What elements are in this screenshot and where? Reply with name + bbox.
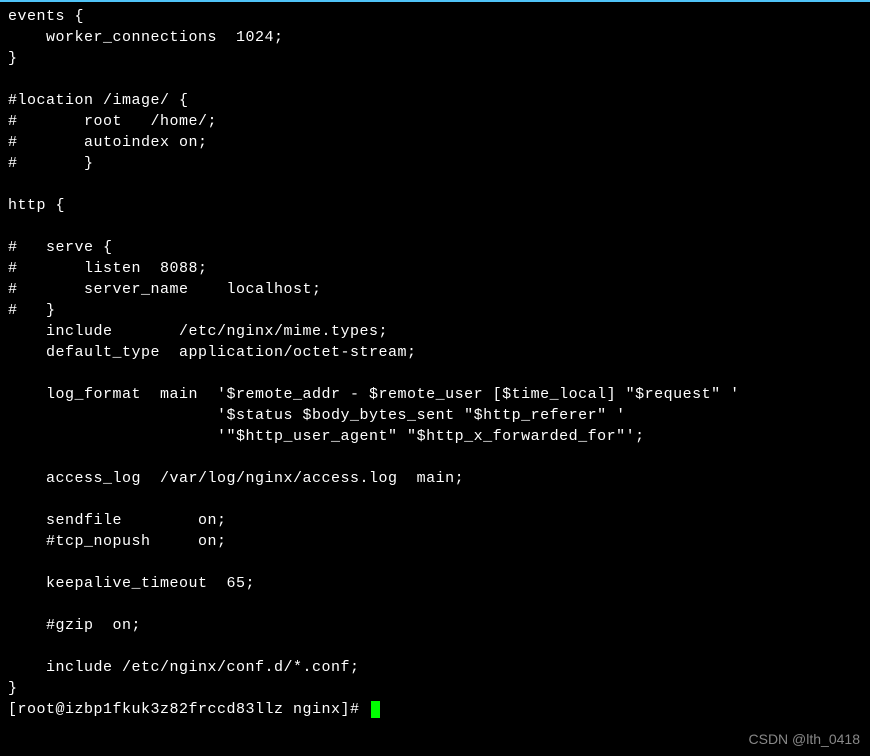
config-line: # autoindex on; — [8, 134, 208, 151]
config-line: # serve { — [8, 239, 113, 256]
shell-prompt: [root@izbp1fkuk3z82frccd83llz nginx]# — [8, 699, 369, 720]
config-line: '$status $body_bytes_sent "$http_referer… — [8, 407, 626, 424]
shell-prompt-line[interactable]: [root@izbp1fkuk3z82frccd83llz nginx]# — [8, 699, 862, 720]
config-line: http { — [8, 197, 65, 214]
config-line: keepalive_timeout 65; — [8, 575, 255, 592]
terminal-output: events { worker_connections 1024; } #loc… — [8, 6, 862, 720]
config-line: # listen 8088; — [8, 260, 208, 277]
config-line: default_type application/octet-stream; — [8, 344, 417, 361]
config-line: log_format main '$remote_addr - $remote_… — [8, 386, 740, 403]
config-line: # } — [8, 155, 94, 172]
config-line: # root /home/; — [8, 113, 217, 130]
config-line: events { — [8, 8, 84, 25]
config-line: # server_name localhost; — [8, 281, 322, 298]
config-line: #gzip on; — [8, 617, 141, 634]
config-line: worker_connections 1024; — [8, 29, 284, 46]
config-line: include /etc/nginx/mime.types; — [8, 323, 388, 340]
config-line: } — [8, 50, 18, 67]
config-line: '"$http_user_agent" "$http_x_forwarded_f… — [8, 428, 645, 445]
watermark-text: CSDN @lth_0418 — [749, 730, 861, 750]
config-line: } — [8, 680, 18, 697]
config-line: sendfile on; — [8, 512, 227, 529]
config-line: #location /image/ { — [8, 92, 189, 109]
cursor-icon — [371, 701, 380, 718]
config-line: include /etc/nginx/conf.d/*.conf; — [8, 659, 360, 676]
config-line: # } — [8, 302, 56, 319]
config-line: access_log /var/log/nginx/access.log mai… — [8, 470, 464, 487]
config-line: #tcp_nopush on; — [8, 533, 227, 550]
